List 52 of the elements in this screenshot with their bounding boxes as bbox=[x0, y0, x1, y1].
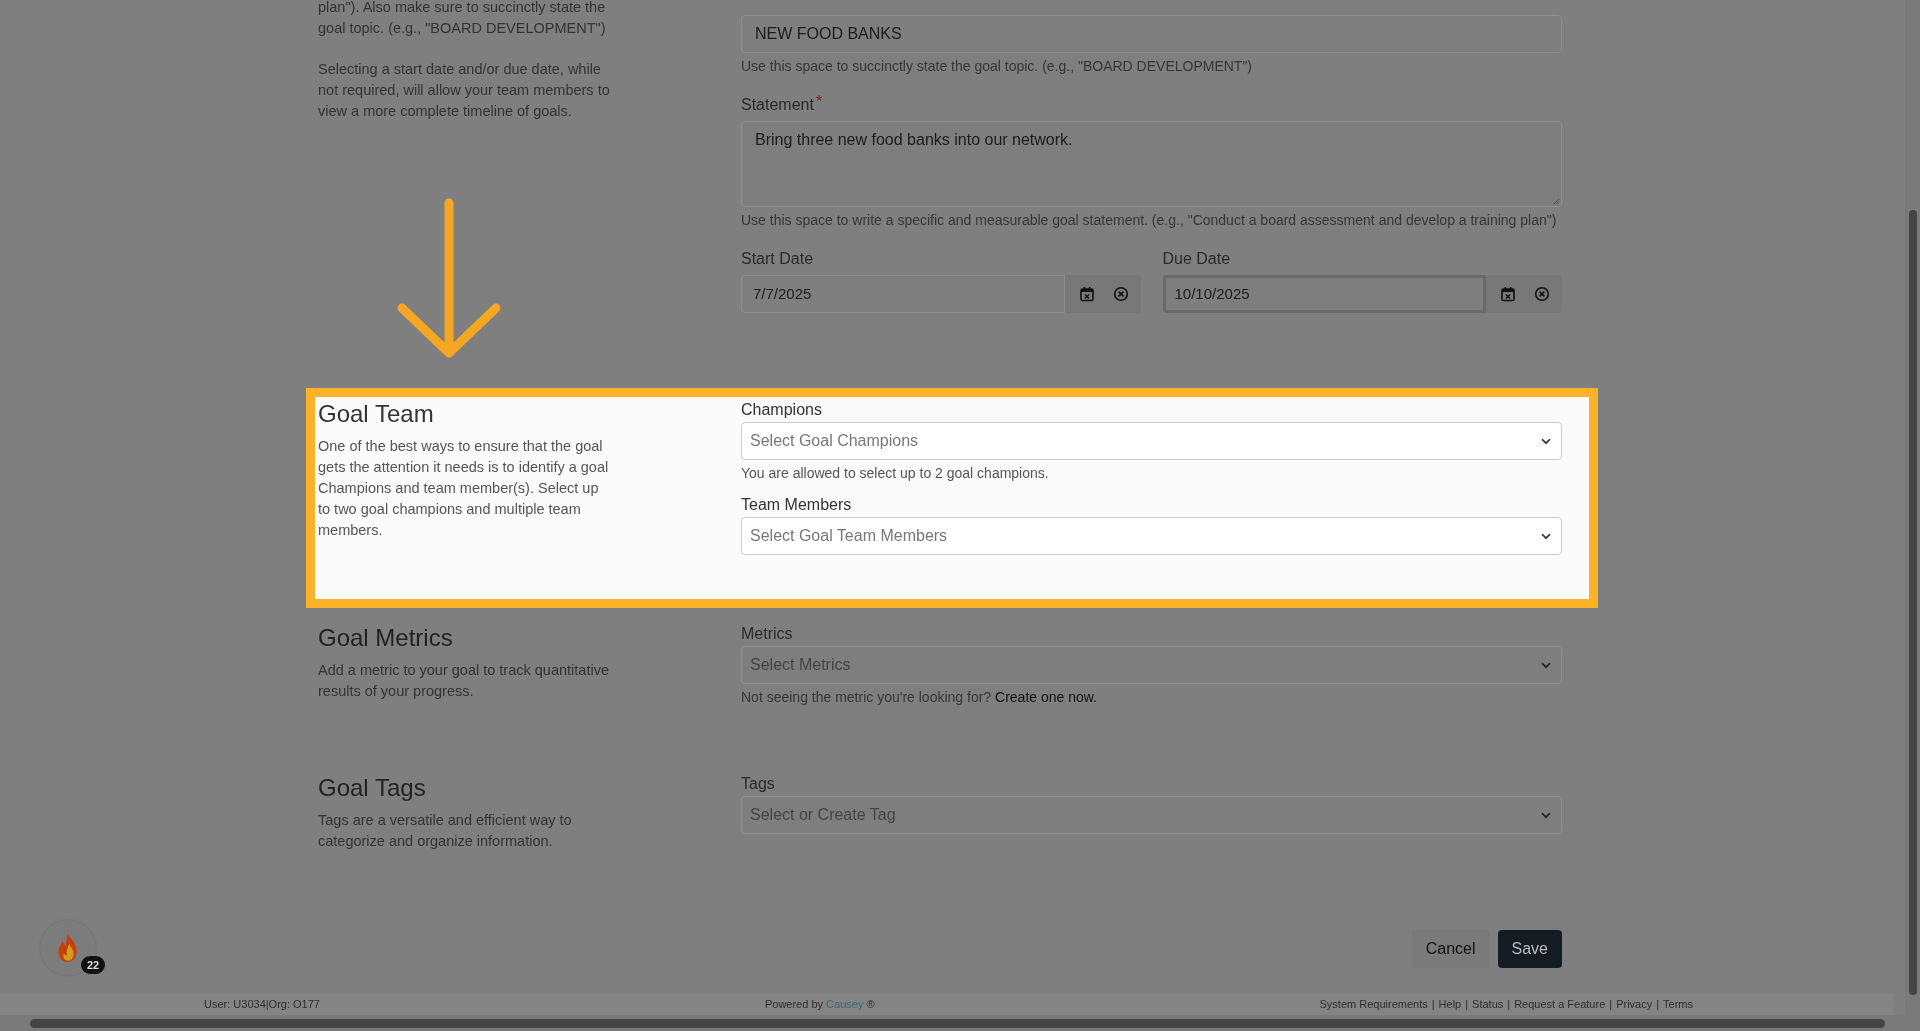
field-label: Start Date bbox=[741, 249, 815, 269]
select-dropdown[interactable]: Select Metrics bbox=[741, 646, 1562, 684]
separator-text: | bbox=[1656, 998, 1660, 1010]
date-field[interactable]: 7/7/2025 bbox=[741, 275, 1065, 313]
footer-link[interactable]: Terms bbox=[1663, 998, 1693, 1010]
footer-link[interactable]: Status bbox=[1472, 998, 1504, 1010]
field-label: Metrics bbox=[741, 624, 794, 644]
description-text: Add a metric to your goal to track quantitative results of your progress. bbox=[318, 661, 610, 701]
section-title: Goal Metrics bbox=[318, 624, 454, 652]
resize-grip-icon[interactable] bbox=[1551, 196, 1560, 205]
save-button[interactable]: Save bbox=[1497, 930, 1562, 968]
hint-text: Use this space to write a specific and measurable goal statement. (e.g., "Conduct a board assessment and develop a training plan") bbox=[741, 211, 1558, 230]
horizontal-scrollbar[interactable] bbox=[0, 1015, 1905, 1031]
description-text: One of the best ways to ensure that the goal gets the attention it needs is to identify a goal Champions and team member(s). Select up to two goal champions and multiple team members. bbox=[318, 437, 610, 540]
powered-by-text: Powered by Causey ® bbox=[764, 998, 875, 1010]
field-label: Tags bbox=[741, 774, 776, 794]
clear-icon[interactable] bbox=[1534, 286, 1550, 302]
cancel-button[interactable]: Cancel bbox=[1411, 930, 1490, 968]
create-link[interactable]: Create one now. bbox=[995, 689, 1097, 705]
required-mark: * bbox=[815, 95, 823, 112]
calendar-icon[interactable] bbox=[1500, 286, 1516, 302]
field-label: Champions bbox=[741, 400, 823, 420]
description-text: Tags are a versatile and efficient way to categorize and organize information. bbox=[318, 811, 573, 851]
section-title: Goal Tags bbox=[318, 774, 427, 802]
calendar-icon[interactable] bbox=[1078, 286, 1095, 302]
separator-text: | bbox=[1465, 998, 1469, 1010]
separator-text: | bbox=[1507, 998, 1511, 1010]
field-label: Team Members bbox=[741, 495, 853, 515]
hint-text: Not seeing the metric you're looking for? Create one now. bbox=[741, 688, 1098, 707]
select-dropdown[interactable]: Select or Create Tag bbox=[741, 796, 1562, 834]
hint-text: You are allowed to select up to 2 goal champions. bbox=[741, 464, 1050, 483]
footer-link[interactable]: Help bbox=[1438, 998, 1462, 1010]
statement-textarea[interactable]: Bring three new food banks into our network. bbox=[741, 121, 1562, 207]
separator-text: | bbox=[1431, 998, 1435, 1010]
description-text: plan"). Also make sure to succinctly state the goal topic. (e.g., "BOARD DEVELOPMENT") bbox=[318, 0, 607, 38]
description-text: Selecting a start date and/or due date, while not required, will allow your team members to view a more complete timeline of goals. bbox=[318, 60, 611, 121]
select-dropdown[interactable]: Select Goal Team Members bbox=[741, 517, 1562, 555]
footer-link[interactable]: System Requirements bbox=[1319, 998, 1428, 1010]
select-dropdown[interactable]: Select Goal Champions bbox=[741, 422, 1562, 460]
field-label: Due Date bbox=[1162, 249, 1232, 269]
hint-text: Use this space to succinctly state the goal topic. (e.g., "BOARD DEVELOPMENT") bbox=[741, 57, 1254, 76]
footer-link[interactable]: Privacy bbox=[1616, 998, 1653, 1010]
date-field[interactable]: 10/10/2025 bbox=[1162, 275, 1486, 313]
section-title: Goal Team bbox=[318, 400, 435, 428]
clear-icon[interactable] bbox=[1112, 286, 1129, 302]
field-label: Statement bbox=[741, 95, 814, 115]
separator-text: | bbox=[1609, 998, 1613, 1010]
user-info: User: U3034|Org: O177 bbox=[204, 998, 320, 1010]
vertical-scrollbar[interactable] bbox=[1905, 0, 1920, 1031]
footer-link[interactable]: Request a Feature bbox=[1514, 998, 1606, 1010]
topic-field[interactable]: NEW FOOD BANKS bbox=[741, 15, 1562, 53]
count-badge: 22 bbox=[81, 956, 106, 974]
